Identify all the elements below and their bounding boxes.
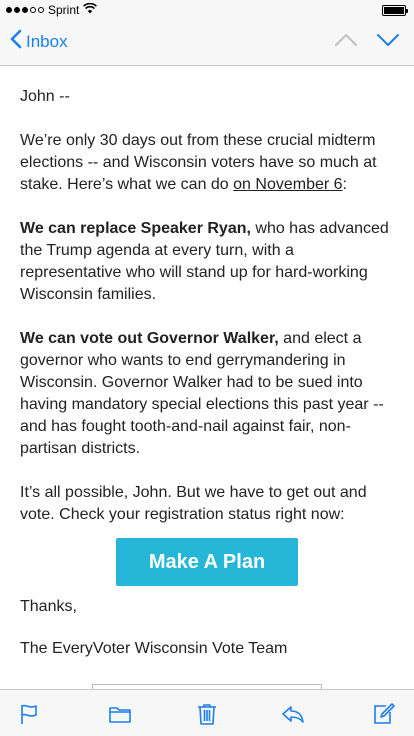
email-paragraph-1: We’re only 30 days out from these crucia… (20, 132, 377, 193)
email-body: John -- We’re only 30 days out from thes… (0, 66, 414, 689)
message-nav-arrows (334, 32, 400, 53)
november-6-link[interactable]: on November 6 (233, 176, 342, 193)
battery-icon (382, 5, 408, 16)
next-message-chevron-down-icon[interactable] (376, 32, 400, 53)
compose-icon[interactable] (372, 702, 396, 726)
trash-icon[interactable] (195, 702, 219, 726)
wifi-icon (83, 2, 98, 17)
email-paragraph-2: We can replace Speaker Ryan, who has adv… (20, 220, 389, 303)
inbox-back-button[interactable]: Inbox (10, 29, 68, 54)
email-thanks: Thanks, (20, 598, 77, 615)
reply-icon[interactable] (281, 702, 305, 726)
status-left: Sprint (6, 2, 98, 17)
email-paragraph-3: We can vote out Governor Walker, and ele… (20, 330, 384, 457)
bottom-toolbar (0, 689, 414, 736)
folder-icon[interactable] (108, 702, 132, 726)
make-a-plan-button[interactable]: Make A Plan (116, 538, 298, 586)
carrier-label: Sprint (48, 3, 80, 17)
nav-bar: Inbox (0, 20, 414, 66)
flag-icon[interactable] (17, 702, 41, 726)
status-bar: Sprint (0, 0, 414, 20)
inbox-back-label: Inbox (26, 31, 68, 51)
email-paragraph-4: It’s all possible, John. But we have to … (20, 484, 367, 523)
email-signature: The EveryVoter Wisconsin Vote Team (20, 640, 288, 657)
chevron-left-icon (10, 29, 22, 54)
cta-wrap: Make A Plan (20, 538, 394, 586)
signal-strength-icon (6, 7, 44, 13)
email-greeting: John -- (20, 88, 70, 105)
previous-message-chevron-up-icon[interactable] (334, 32, 358, 53)
